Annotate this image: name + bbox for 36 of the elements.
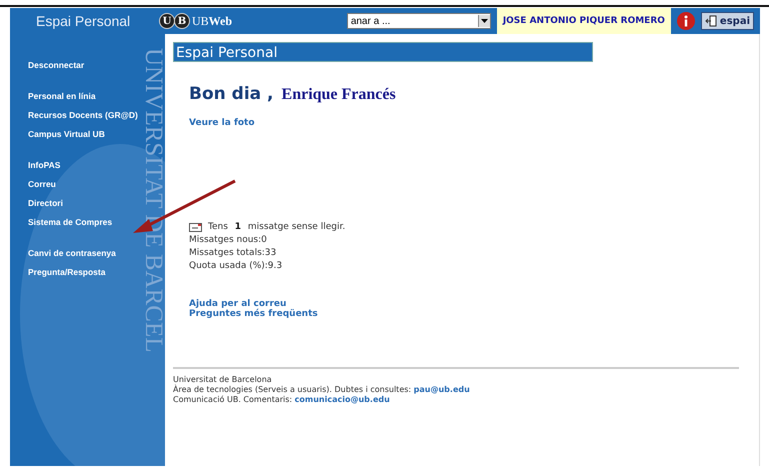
- email-link[interactable]: comunicacio@ub.edu: [294, 395, 390, 404]
- logo-mark: B: [175, 14, 189, 28]
- app-title: Espai Personal: [36, 13, 132, 29]
- sidebar-link[interactable]: Canvi de contrasenya: [28, 246, 116, 261]
- sidebar-link[interactable]: Recursos Docents (GR@D): [28, 108, 138, 123]
- user-name: JOSE ANTONIO PIQUER ROMERO: [496, 8, 671, 34]
- mail-stat: Missatges totals:33: [189, 248, 278, 258]
- sidebar-link[interactable]: Directori: [28, 196, 63, 211]
- mail-stat: Missatges nous:0: [189, 235, 268, 245]
- goto-select[interactable]: anar a ...: [346, 13, 491, 29]
- footer-text: Àrea de tecnologies (Serveis a usuaris). Dubtes i consultes: pau@ub.edu: [173, 385, 471, 395]
- logo-text: UBWeb: [192, 14, 232, 28]
- email-link[interactable]: pau@ub.edu: [414, 385, 470, 394]
- sidebar-link[interactable]: Sistema de Compres: [28, 215, 112, 230]
- sidebar-link[interactable]: Pregunta/Resposta: [28, 265, 106, 280]
- sidebar-link[interactable]: Correu: [28, 177, 56, 192]
- door-icon: [704, 15, 717, 27]
- help-link[interactable]: Preguntes més freqüents: [189, 309, 318, 319]
- help-link[interactable]: Ajuda per al correu: [189, 299, 286, 309]
- info-icon[interactable]: [676, 12, 695, 30]
- footer-text: Comunicació UB. Comentaris: comunicacio@ub.edu: [173, 395, 391, 405]
- user-full-name: Enrique Francés: [282, 86, 396, 104]
- sidebar-link[interactable]: InfoPAS: [28, 158, 60, 173]
- footer-text: Universitat de Barcelona: [173, 375, 273, 384]
- greeting-text: Bon dia ,: [189, 84, 274, 104]
- mail-stat: Quota usada (%):9.3: [189, 261, 284, 271]
- sidebar-link[interactable]: Desconnectar: [28, 58, 84, 73]
- envelope-icon: [189, 222, 202, 232]
- sidebar-link[interactable]: Personal en línia: [28, 89, 96, 104]
- exit-button[interactable]: espai: [700, 12, 754, 30]
- caret-icon: [478, 15, 490, 27]
- photo-link[interactable]: Veure la foto: [189, 118, 255, 128]
- unread-message-text: Tens 1 missatge sense llegir.: [208, 222, 346, 232]
- logo-mark: U: [160, 14, 174, 28]
- sidebar-link[interactable]: Campus Virtual UB: [28, 127, 105, 142]
- page-title-bar: Espai Personal: [173, 42, 593, 62]
